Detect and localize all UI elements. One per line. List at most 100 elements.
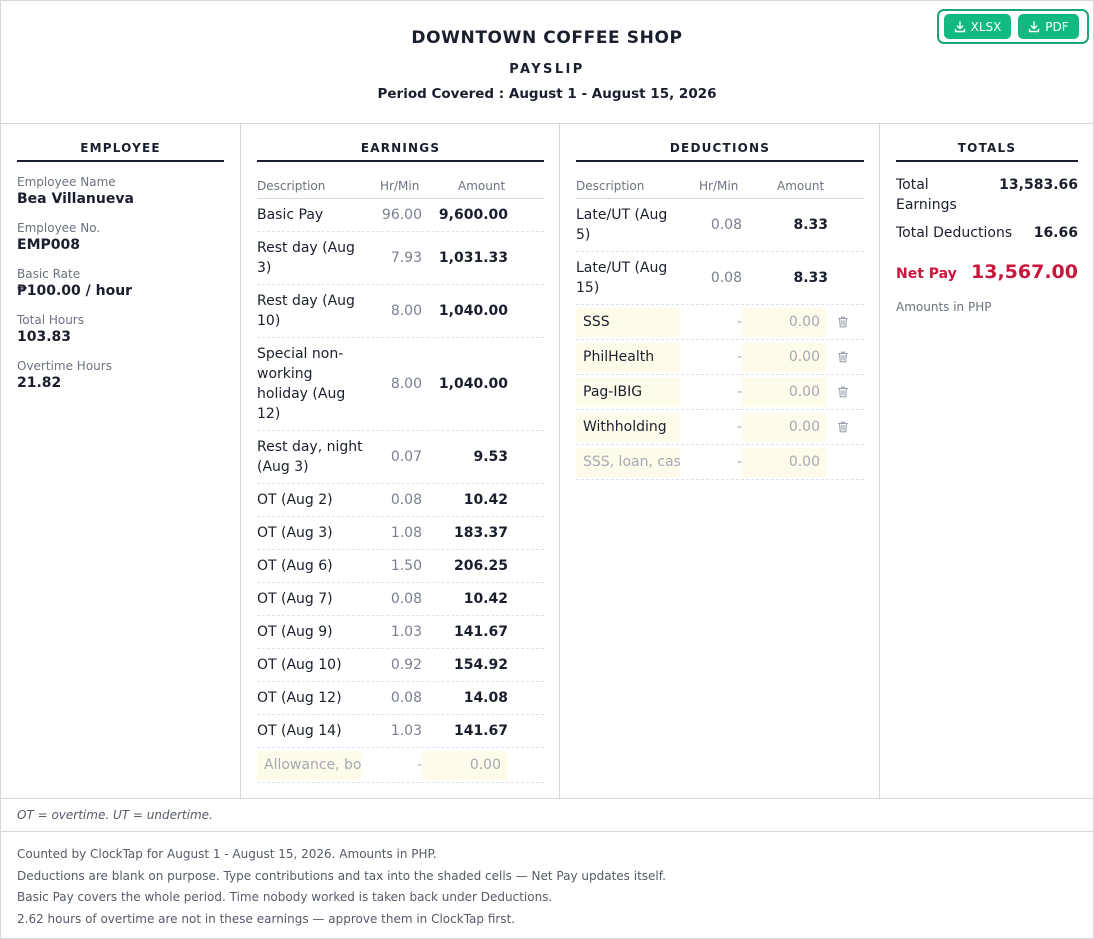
row-hours: 8.00 (390, 303, 422, 319)
earning-hours: - (416, 757, 422, 773)
table-row: Rest day, night (Aug 3) 0.07 9.53 (257, 431, 544, 484)
row-description: OT (Aug 10) (257, 657, 342, 673)
column-header-amount: Amount (777, 179, 825, 193)
deduction-entry-row: SSS -0.00 (576, 305, 864, 340)
table-row: OT (Aug 14) 1.03 141.67 (257, 715, 544, 748)
field-value: ₱100.00 / hour (17, 283, 133, 299)
footer-note: Basic Pay covers the whole period. Time … (17, 890, 553, 904)
field-label: Basic Rate (17, 267, 81, 281)
row-description: OT (Aug 3) (257, 525, 333, 541)
row-hours: 8.00 (390, 376, 422, 392)
totals-column: TOTALS Total Earnings 13,583.66 Total De… (880, 124, 1093, 799)
column-header-amount: Amount (458, 179, 506, 193)
table-row: OT (Aug 10) 0.92 154.92 (257, 649, 544, 682)
row-hours: 0.92 (390, 657, 422, 673)
row-amount: 10.42 (463, 591, 508, 607)
deduction-description-input[interactable]: SSS, loan, cash advance (576, 448, 680, 477)
row-amount: 141.67 (453, 723, 508, 739)
trash-icon[interactable] (836, 315, 850, 329)
total-deductions-label: Total Deductions (896, 225, 1013, 241)
employee-name-field: Employee Name Bea Villanueva (17, 175, 134, 207)
table-row: Rest day (Aug 10) 8.00 1,040.00 (257, 285, 544, 338)
deduction-description-input[interactable]: Withholding (576, 413, 680, 442)
trash-icon[interactable] (836, 350, 850, 364)
table-row: Late/UT (Aug 5) 0.08 8.33 (576, 199, 864, 252)
row-description: OT (Aug 7) (257, 591, 333, 607)
field-label: Employee No. (17, 221, 101, 235)
deductions-table: Description Hr/Min Amount Late/UT (Aug 5… (576, 178, 864, 480)
deductions-heading: DEDUCTIONS (576, 141, 864, 162)
deduction-entry-row: PhilHealth -0.00 (576, 340, 864, 375)
deduction-amount-input[interactable]: 0.00 (742, 448, 826, 477)
row-description: Special non-working holiday (Aug 12) (257, 346, 346, 422)
overtime-hours-field: Overtime Hours 21.82 (17, 359, 112, 391)
row-description: OT (Aug 9) (257, 624, 333, 640)
payslip-sheet: DOWNTOWN COFFEE SHOP PAYSLIP Period Cove… (0, 0, 1094, 939)
export-xlsx-button[interactable]: XLSX (944, 14, 1011, 39)
deduction-amount-input[interactable]: 0.00 (742, 308, 826, 337)
table-row: OT (Aug 7) 0.08 10.42 (257, 583, 544, 616)
trash-icon[interactable] (836, 420, 850, 434)
row-hours: 1.50 (390, 558, 422, 574)
row-hours: 0.08 (710, 217, 742, 233)
net-pay-value: 13,567.00 (971, 261, 1078, 283)
export-pdf-label: PDF (1045, 19, 1069, 34)
period-covered: Period Covered : August 1 - August 15, 2… (377, 86, 717, 102)
row-hours: 1.08 (390, 525, 422, 541)
deduction-description-input[interactable]: PhilHealth (576, 343, 680, 372)
deduction-entry-row: Withholding -0.00 (576, 410, 864, 445)
table-row: Late/UT (Aug 15) 0.08 8.33 (576, 252, 864, 305)
deduction-description-input[interactable]: Pag-IBIG (576, 378, 680, 407)
row-hours: 0.08 (390, 492, 422, 508)
row-description: Rest day, night (Aug 3) (257, 439, 363, 475)
add-earning-row: Allowance, bonus - 0.00 (257, 748, 544, 783)
column-header-hours: Hr/Min (380, 179, 420, 193)
field-label: Employee Name (17, 175, 116, 189)
earnings-heading: EARNINGS (257, 141, 544, 162)
trash-icon[interactable] (836, 385, 850, 399)
footer-note: Deductions are blank on purpose. Type co… (17, 868, 666, 883)
row-amount: 1,031.33 (438, 250, 508, 266)
deduction-amount-input[interactable]: 0.00 (742, 378, 826, 407)
employee-heading: EMPLOYEE (17, 141, 224, 162)
table-row: Special non-working holiday (Aug 12) 8.00… (257, 338, 544, 431)
row-hours: 0.08 (710, 270, 742, 286)
row-amount: 1,040.00 (438, 376, 508, 392)
deduction-description-input[interactable]: SSS (576, 308, 680, 337)
deductions-column: DEDUCTIONS Description Hr/Min Amount Lat… (560, 124, 880, 799)
row-amount: 9,600.00 (438, 207, 508, 223)
table-row: OT (Aug 12) 0.08 14.08 (257, 682, 544, 715)
row-amount: 14.08 (463, 690, 508, 706)
table-row: OT (Aug 9) 1.03 141.67 (257, 616, 544, 649)
field-label: Total Hours (17, 313, 84, 327)
footer-note: 2.62 hours of overtime are not in these … (17, 911, 516, 926)
company-name: DOWNTOWN COFFEE SHOP (411, 28, 683, 48)
row-amount: 8.33 (793, 270, 828, 286)
column-header-description: Description (257, 179, 326, 193)
row-hours: 1.03 (390, 723, 422, 739)
table-row: Rest day (Aug 3) 7.93 1,031.33 (257, 232, 544, 285)
field-value: 103.83 (17, 329, 72, 345)
row-description: Rest day (Aug 10) (257, 293, 355, 329)
column-header-description: Description (576, 179, 645, 193)
earning-description-input[interactable]: Allowance, bonus (257, 751, 361, 780)
earnings-column: EARNINGS Description Hr/Min Amount Basic… (241, 124, 560, 799)
row-hours: 7.93 (390, 250, 422, 266)
deduction-amount-input[interactable]: 0.00 (742, 343, 826, 372)
export-pdf-button[interactable]: PDF (1018, 14, 1079, 39)
total-earnings-label: Total Earnings (896, 177, 957, 213)
earning-amount-input[interactable]: 0.00 (423, 751, 507, 780)
totals-heading: TOTALS (896, 141, 1078, 162)
employee-number-field: Employee No. EMP008 (17, 221, 100, 253)
total-earnings-row: Total Earnings 13,583.66 (896, 175, 1078, 215)
row-amount: 154.92 (453, 657, 508, 673)
row-description: Rest day (Aug 3) (257, 240, 355, 276)
table-row: OT (Aug 6) 1.50 206.25 (257, 550, 544, 583)
row-amount: 10.42 (463, 492, 508, 508)
employee-column: EMPLOYEE Employee Name Bea Villanueva Em… (1, 124, 241, 799)
deduction-amount-input[interactable]: 0.00 (742, 413, 826, 442)
row-description: OT (Aug 14) (257, 723, 342, 739)
row-description: OT (Aug 2) (257, 492, 333, 508)
row-amount: 9.53 (473, 449, 508, 465)
export-buttons: XLSX PDF (937, 9, 1089, 44)
